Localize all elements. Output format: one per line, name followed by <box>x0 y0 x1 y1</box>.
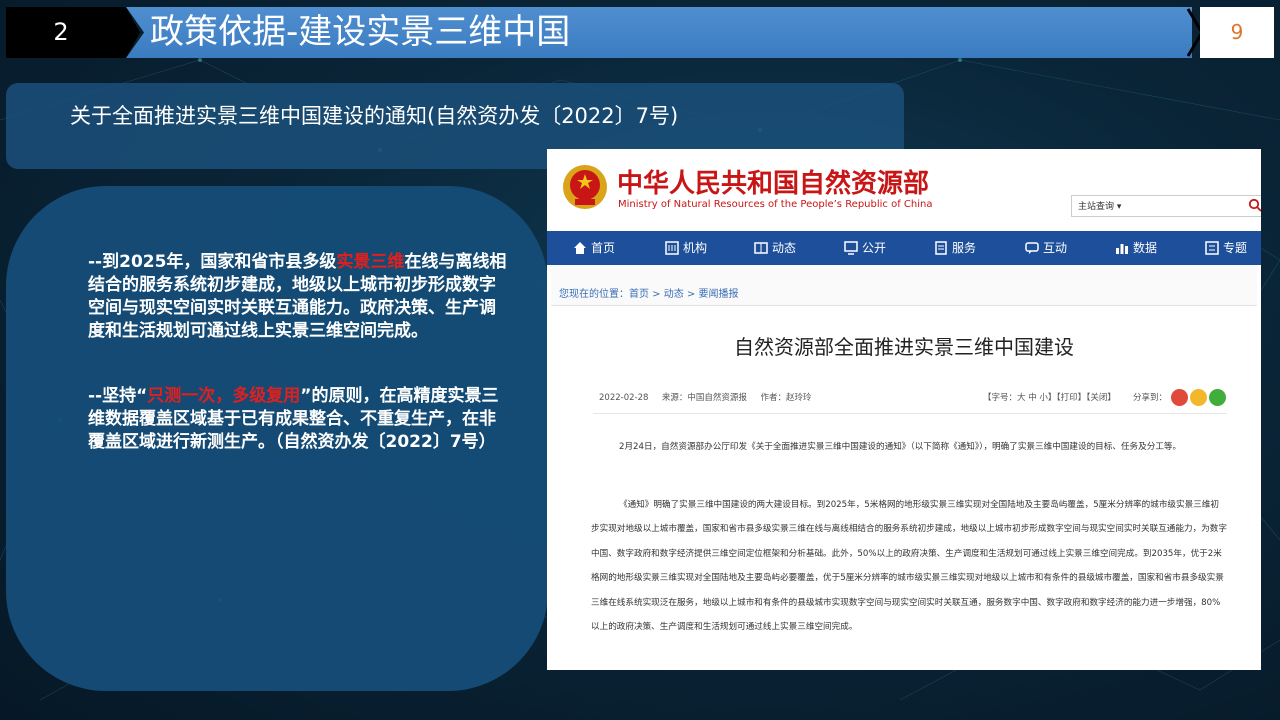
search-scope-select[interactable]: 主站查询 ▾ <box>1078 199 1121 212</box>
article-paragraph: 《通知》明确了实景三维中国建设的两大建设目标。到2025年，5米格网的地形级实景… <box>591 500 1227 633</box>
highlight-text: 只测一次，多级复用 <box>147 386 301 406</box>
highlight-text: 实景三维 <box>336 252 405 272</box>
qzone-share-icon[interactable] <box>1190 389 1207 406</box>
article-tools[interactable]: 【字号：大 中 小】【打印】【关闭】 <box>983 391 1116 403</box>
article-author: 作者：赵玲玲 <box>760 393 812 403</box>
nav-item-home[interactable]: 首页 <box>573 231 615 265</box>
weibo-share-icon[interactable] <box>1171 389 1188 406</box>
paragraph-principle: --坚持“只测一次，多级复用”的原则，在高精度实景三维数据覆盖区域基于已有成果整… <box>88 385 508 454</box>
nav-label: 服务 <box>952 241 977 255</box>
nav-label: 公开 <box>862 241 887 255</box>
nav-item-topic[interactable]: 专题 <box>1205 231 1247 265</box>
breadcrumb[interactable]: 您现在的位置：首页 > 动态 > 要闻播报 <box>559 285 738 300</box>
slide-title: 政策依据-建设实景三维中国 <box>150 12 571 52</box>
article-source: 来源：中国自然资源报 <box>661 393 747 403</box>
site-name-cn: 中华人民共和国自然资源部 <box>617 169 930 199</box>
chat-icon <box>1025 242 1039 254</box>
paragraph-text: --到2025年，国家和省市县多级 <box>88 252 337 272</box>
site-nav-bar: 首页 机构 动态 公开 服务 互动 数据 专题 <box>547 231 1261 265</box>
nav-label: 专题 <box>1223 241 1248 255</box>
nav-item-open[interactable]: 公开 <box>844 231 886 265</box>
nav-label: 机构 <box>683 241 708 255</box>
subtitle: 关于全面推进实景三维中国建设的通知(自然资办发〔2022〕7号) <box>70 104 679 128</box>
nav-item-interact[interactable]: 互动 <box>1025 231 1067 265</box>
nav-item-org[interactable]: 机构 <box>665 231 707 265</box>
page-number: 9 <box>1230 20 1244 44</box>
open-icon <box>844 241 858 255</box>
website-screenshot: 中华人民共和国自然资源部 Ministry of Natural Resourc… <box>547 149 1261 670</box>
article-title: 自然资源部全面推进实景三维中国建设 <box>734 335 1074 359</box>
home-icon <box>574 242 586 254</box>
org-icon <box>665 241 679 255</box>
nav-label: 数据 <box>1133 241 1158 255</box>
site-search-input[interactable]: 主站查询 ▾ <box>1071 195 1261 217</box>
slide-number: 2 <box>6 7 126 58</box>
article-date: 2022-02-28 <box>599 393 649 403</box>
nav-item-service[interactable]: 服务 <box>934 231 976 265</box>
nav-item-data[interactable]: 数据 <box>1115 231 1157 265</box>
paragraph-goal-2025: --到2025年，国家和省市县多级实景三维在线与离线相结合的服务系统初步建成，地… <box>88 251 508 343</box>
nav-label: 首页 <box>591 241 616 255</box>
service-icon <box>935 241 947 255</box>
divider <box>593 413 1227 414</box>
topic-icon <box>1205 241 1219 255</box>
data-icon <box>1116 244 1128 254</box>
article-meta: 2022-02-28 来源：中国自然资源报 作者：赵玲玲 <box>599 391 811 403</box>
search-scope-label: 主站查询 <box>1078 202 1115 212</box>
paragraph-text: --坚持“ <box>88 386 148 406</box>
nav-item-news[interactable]: 动态 <box>754 231 796 265</box>
site-name-en: Ministry of Natural Resources of the Peo… <box>618 199 933 210</box>
share-label: 分享到： <box>1133 393 1168 403</box>
national-emblem-icon <box>563 165 607 209</box>
nav-label: 互动 <box>1043 241 1068 255</box>
article-paragraph: 2月24日，自然资源部办公厅印发《关于全面推进实景三维中国建设的通知》（以下简称… <box>619 442 1182 452</box>
wechat-share-icon[interactable] <box>1209 389 1226 406</box>
nav-label: 动态 <box>772 241 797 255</box>
search-icon[interactable] <box>1248 198 1261 212</box>
news-icon <box>754 242 768 254</box>
